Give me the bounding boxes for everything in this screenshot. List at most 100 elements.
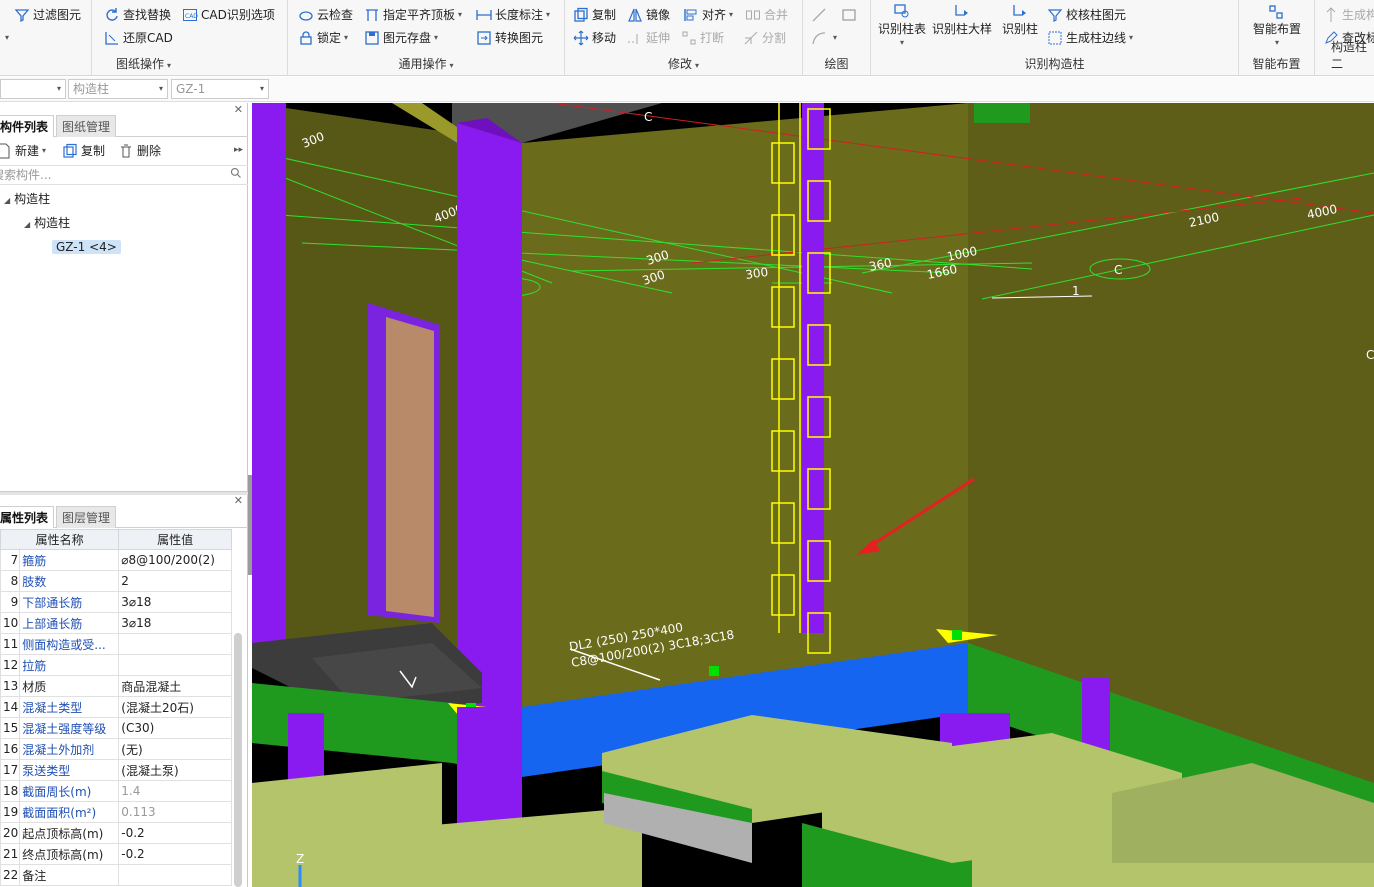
panel-divider[interactable]: [0, 491, 248, 495]
property-row[interactable]: 8 肢数 2: [0, 570, 232, 592]
tab-property-list[interactable]: 属性列表: [0, 506, 55, 528]
line-tool[interactable]: [811, 5, 830, 25]
floor-select[interactable]: ▾: [0, 79, 66, 99]
property-row[interactable]: 15 混凝土强度等级 (C30): [0, 717, 232, 739]
property-value[interactable]: (无): [118, 738, 232, 760]
property-value[interactable]: (混凝土20石): [118, 696, 232, 718]
copy-button[interactable]: 复制: [573, 5, 616, 25]
identify-column-detail-button[interactable]: 识别柱大样: [931, 0, 993, 40]
property-name: 截面面积(m²): [19, 801, 120, 823]
find-replace-button[interactable]: 查找替换: [104, 5, 171, 25]
axis-z-label: Z: [296, 852, 304, 866]
smart-layout-icon: [1268, 4, 1284, 20]
component-search-input[interactable]: 搜索构件...: [0, 165, 248, 185]
property-value[interactable]: [118, 633, 232, 655]
identify-column-button[interactable]: 识别柱: [995, 0, 1045, 40]
delete-component-button[interactable]: 删除: [118, 141, 161, 161]
extend-button[interactable]: 延伸: [627, 28, 670, 48]
property-row[interactable]: 7 箍筋 ⌀8@100/200(2): [0, 549, 232, 571]
green-grip-mid[interactable]: [709, 666, 719, 676]
property-row[interactable]: 22 备注: [0, 864, 232, 886]
left-panel: ✕ 构件列表 图纸管理 新建▾ 复制 删除 ▸▸ 搜索构件... ◢构造柱 ◢构…: [0, 103, 248, 887]
restore-cad-button[interactable]: 还原CAD: [104, 28, 173, 48]
generate-column-edge-button[interactable]: 生成柱边线 ▾: [1047, 28, 1133, 48]
property-value[interactable]: 3⌀18: [118, 591, 232, 613]
check-column-elements-button[interactable]: 校核柱图元: [1047, 5, 1126, 25]
property-row[interactable]: 18 截面周长(m) 1.4: [0, 780, 232, 802]
filter-elements-button[interactable]: 过滤图元: [14, 5, 81, 25]
property-row[interactable]: 17 泵送类型 (混凝土泵): [0, 759, 232, 781]
tree-node-root[interactable]: ◢ 构造柱: [4, 189, 50, 209]
tab-drawing-management[interactable]: 图纸管理: [56, 115, 117, 137]
filter-dropdown[interactable]: ▾: [2, 28, 9, 48]
move-button[interactable]: 移动: [573, 28, 616, 48]
property-row[interactable]: 20 起点顶标高(m) -0.2: [0, 822, 232, 844]
property-row[interactable]: 9 下部通长筋 3⌀18: [0, 591, 232, 613]
copy-component-button[interactable]: 复制: [62, 141, 105, 161]
property-value[interactable]: 3⌀18: [118, 612, 232, 634]
property-value[interactable]: 2: [118, 570, 232, 592]
top-green-block[interactable]: [974, 103, 1030, 123]
property-value[interactable]: (C30): [118, 717, 232, 739]
property-row[interactable]: 11 侧面构造或受...: [0, 633, 232, 655]
property-value[interactable]: 商品混凝土: [118, 675, 232, 697]
lock-button[interactable]: 锁定 ▾: [298, 28, 348, 48]
break-button[interactable]: 打断: [681, 28, 724, 48]
group-construct-column: 生成构 查改标 构造柱二: [1315, 0, 1374, 76]
property-value[interactable]: -0.2: [118, 843, 232, 865]
smart-layout-button[interactable]: 智能布置 ▾: [1243, 0, 1311, 47]
align-button[interactable]: 对齐 ▾: [683, 5, 733, 25]
property-value[interactable]: ⌀8@100/200(2): [118, 549, 232, 571]
convert-elements-button[interactable]: 转换图元: [476, 28, 543, 48]
construct-column-gz1[interactable]: [802, 103, 824, 633]
save-elements-button[interactable]: 图元存盘 ▾: [364, 28, 438, 48]
rect-tool[interactable]: [841, 5, 860, 25]
door-panel[interactable]: [386, 317, 434, 617]
header-property-name: 属性名称: [0, 529, 120, 550]
arc-tool[interactable]: ▾: [811, 28, 837, 48]
column-scan-icon: [1011, 4, 1027, 20]
property-row[interactable]: 19 截面面积(m²) 0.113: [0, 801, 232, 823]
property-scrollbar[interactable]: [234, 633, 242, 887]
type-select[interactable]: 构造柱 ▾: [68, 79, 168, 99]
flat-roof-button[interactable]: 指定平齐顶板 ▾: [364, 5, 462, 25]
property-row[interactable]: 13 材质 商品混凝土: [0, 675, 232, 697]
tree-node-child[interactable]: ◢ 构造柱: [24, 213, 70, 233]
cloud-check-button[interactable]: 云检查: [298, 5, 353, 25]
length-mark-button[interactable]: 长度标注 ▾: [476, 5, 550, 25]
property-value[interactable]: -0.2: [118, 822, 232, 844]
generate-construct-column-button[interactable]: 生成构: [1323, 5, 1374, 25]
model-scene[interactable]: 600 300 2500 4000 300 300 300 360 1000 1…: [252, 103, 1374, 887]
cad-options-button[interactable]: CAD CAD识别选项: [182, 5, 275, 25]
tab-component-list[interactable]: 构件列表: [0, 115, 55, 137]
identify-column-table-button[interactable]: 识别柱表 ▾: [875, 0, 929, 47]
property-value[interactable]: [118, 654, 232, 676]
group-title-modify[interactable]: 修改 ▾: [565, 55, 802, 72]
property-value[interactable]: [118, 864, 232, 886]
property-row[interactable]: 16 混凝土外加剂 (无): [0, 738, 232, 760]
header-property-value: 属性值: [118, 529, 232, 550]
property-value[interactable]: 1.4: [118, 780, 232, 802]
mirror-button[interactable]: 镜像: [627, 5, 670, 25]
split-button[interactable]: 分割: [743, 28, 786, 48]
column-left-edge[interactable]: [252, 103, 286, 663]
property-value[interactable]: 0.113: [118, 801, 232, 823]
group-title-general-ops[interactable]: 通用操作 ▾: [288, 55, 564, 72]
tab-layer-management[interactable]: 图层管理: [56, 506, 117, 528]
property-row[interactable]: 10 上部通长筋 3⌀18: [0, 612, 232, 634]
merge-button[interactable]: 合并: [745, 5, 788, 25]
3d-viewport[interactable]: 600 300 2500 4000 300 300 300 360 1000 1…: [252, 103, 1374, 887]
property-row[interactable]: 14 混凝土类型 (混凝土20石): [0, 696, 232, 718]
group-title-drawing-ops[interactable]: 图纸操作 ▾: [0, 55, 287, 72]
tree-node-gz1[interactable]: GZ-1 <4>: [52, 237, 121, 257]
property-name: 起点顶标高(m): [19, 822, 120, 844]
component-select[interactable]: GZ-1 ▾: [171, 79, 269, 99]
property-row[interactable]: 21 终点顶标高(m) -0.2: [0, 843, 232, 865]
table-scan-icon: [893, 4, 909, 20]
more-icon[interactable]: ▸▸: [234, 145, 243, 155]
detail-scan-icon: [953, 4, 969, 20]
green-grip-right[interactable]: [952, 630, 962, 640]
property-row[interactable]: 12 拉筋: [0, 654, 232, 676]
new-component-button[interactable]: 新建 ▾: [0, 141, 46, 161]
property-value[interactable]: (混凝土泵): [118, 759, 232, 781]
